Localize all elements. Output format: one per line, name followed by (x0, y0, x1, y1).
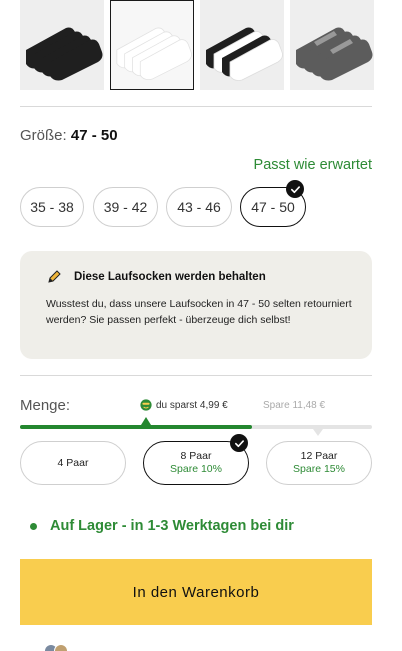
thumbnail-white-socks[interactable] (110, 0, 194, 90)
avatar (54, 644, 68, 651)
size-heading: Größe: 47 - 50 (20, 127, 118, 144)
info-text: Wusstest du, dass unsere Laufsocken in 4… (46, 298, 352, 326)
savings-progress-fill (20, 425, 253, 429)
size-option-35-38[interactable]: 35 - 38 (20, 187, 84, 227)
quantity-option-label: 4 Paar (57, 456, 89, 469)
black-socks-image (20, 0, 104, 90)
info-title: Diese Laufsocken werden behalten (46, 269, 352, 285)
progress-marker-current (141, 417, 151, 425)
divider (20, 375, 372, 376)
info-box: Diese Laufsocken werden behalten Wusstes… (20, 251, 372, 359)
size-option-label: 43 - 46 (177, 199, 221, 215)
size-label: Größe: (20, 127, 67, 144)
size-option-label: 47 - 50 (251, 199, 295, 215)
quantity-option-4[interactable]: 4 Paar (20, 441, 126, 485)
info-title-text: Diese Laufsocken werden behalten (74, 271, 266, 283)
reviews-peek (44, 644, 68, 651)
thumbnail-grey-socks[interactable] (290, 0, 374, 90)
quantity-option-12[interactable]: 12 Paar Spare 15% (266, 441, 372, 485)
stock-text: Auf Lager - in 1-3 Werktagen bei dir (50, 518, 294, 534)
savings-next-tier: Spare 11,48 € (263, 400, 326, 411)
quantity-option-saving: Spare 15% (293, 463, 345, 475)
product-thumbnails (20, 0, 402, 90)
size-option-label: 39 - 42 (103, 199, 148, 215)
add-to-cart-button[interactable]: In den Warenkorb (20, 559, 372, 625)
quantity-option-saving: Spare 10% (170, 463, 222, 475)
savings-badge-text: du sparst 4,99 € (156, 399, 228, 411)
progress-marker-next (313, 429, 323, 436)
quantity-option-label: 8 Paar (180, 450, 212, 463)
fit-indicator: Passt wie erwartet (253, 157, 372, 173)
pencil-icon (48, 270, 61, 283)
size-option-43-46[interactable]: 43 - 46 (166, 187, 232, 227)
size-option-39-42[interactable]: 39 - 42 (93, 187, 158, 227)
selected-size: 47 - 50 (70, 127, 118, 144)
grey-socks-image (290, 0, 374, 90)
white-socks-image (111, 1, 193, 89)
savings-badge: du sparst 4,99 € (140, 399, 228, 411)
thumbnail-mixed-socks[interactable] (200, 0, 284, 90)
selected-check-icon (230, 434, 248, 452)
stock-status: Auf Lager - in 1-3 Werktagen bei dir (30, 518, 294, 534)
smiley-icon (140, 399, 152, 411)
quantity-label: Menge: (20, 397, 71, 414)
stock-dot-icon (30, 522, 37, 530)
size-option-label: 35 - 38 (30, 199, 74, 215)
divider (20, 106, 372, 107)
quantity-option-label: 12 Paar (300, 450, 338, 463)
selected-check-icon (286, 180, 304, 198)
thumbnail-black-socks[interactable] (20, 0, 104, 90)
mixed-socks-image (200, 0, 284, 90)
